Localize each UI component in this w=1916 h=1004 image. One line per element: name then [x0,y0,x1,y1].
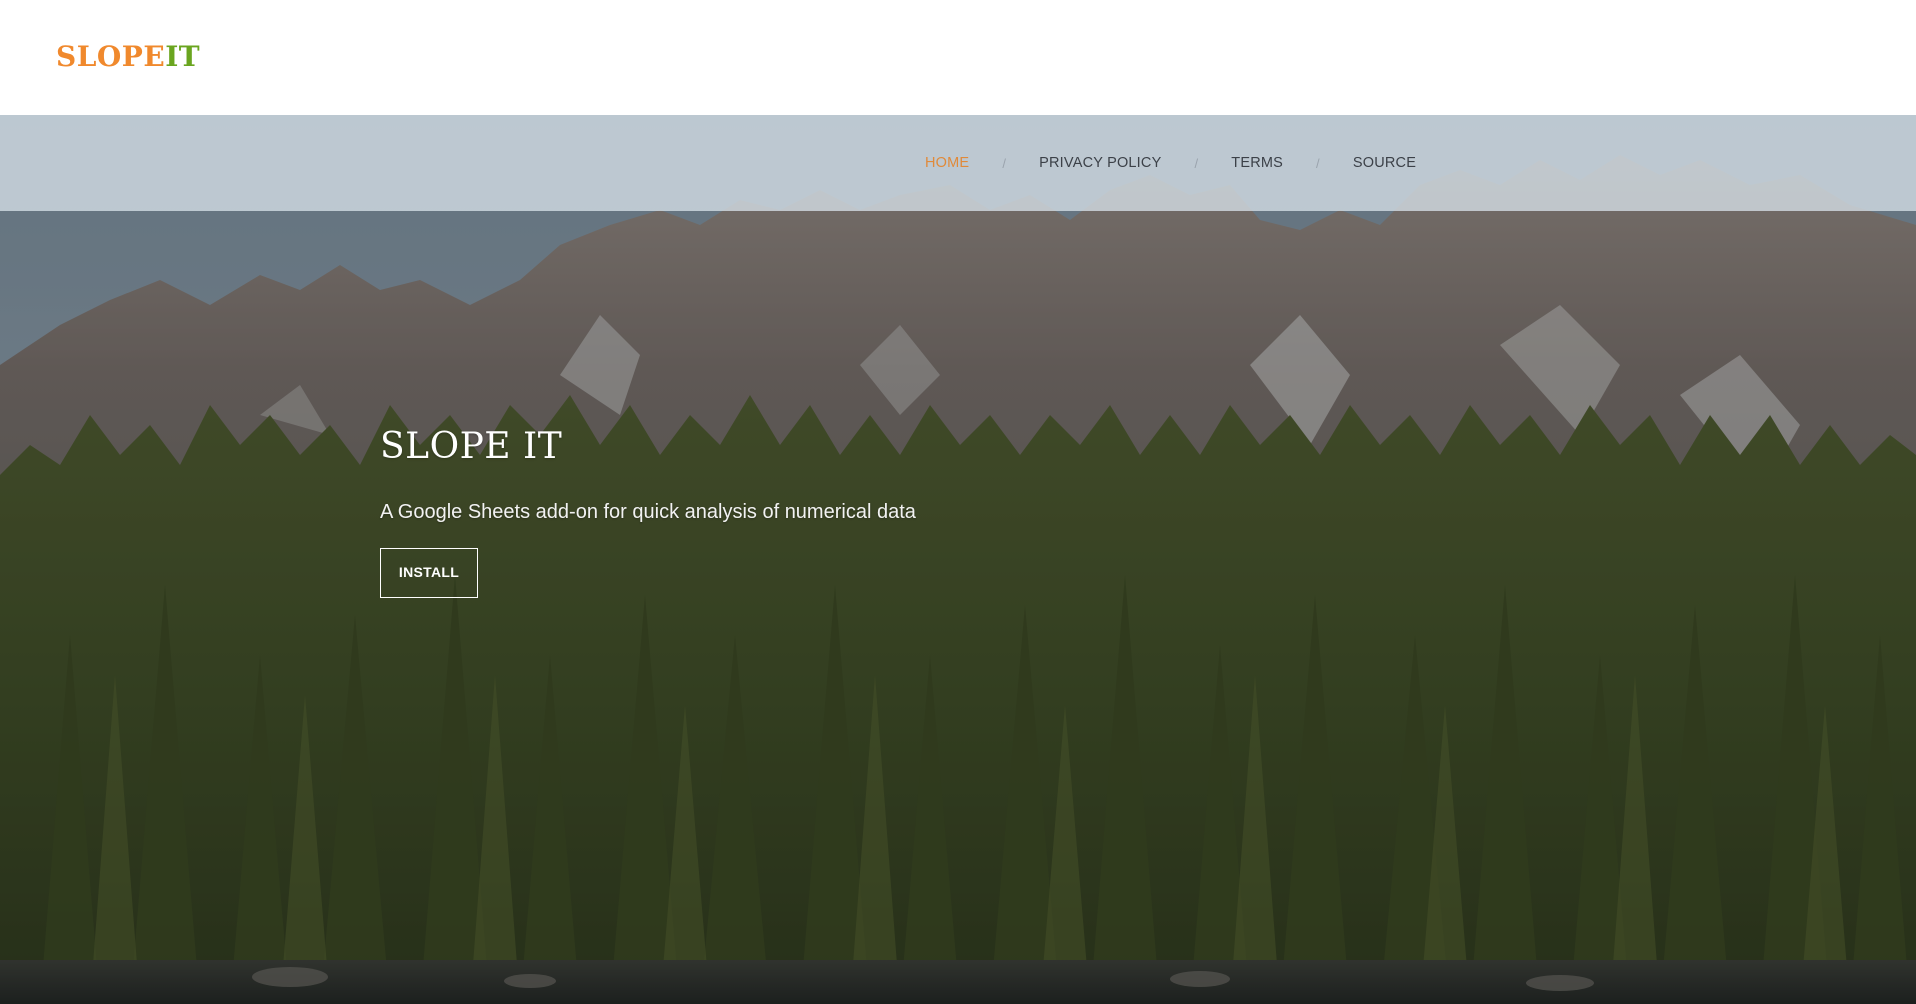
logo-text-it: IT [165,40,201,73]
site-header: SLOPEIT [0,0,1916,115]
hero-background-image [0,115,1916,1004]
hero-content: SLOPE IT A Google Sheets add-on for quic… [380,425,916,598]
hero-section: HOME / PRIVACY POLICY / TERMS / SOURCE [0,115,1916,1004]
nav-separator: / [1316,155,1320,171]
nav-link-terms[interactable]: TERMS [1231,155,1283,171]
nav-link-privacy-policy[interactable]: PRIVACY POLICY [1039,155,1161,171]
hero-subtitle: A Google Sheets add-on for quick analysi… [380,501,916,523]
main-navigation-bar: HOME / PRIVACY POLICY / TERMS / SOURCE [0,115,1916,211]
nav-link-home[interactable]: HOME [925,155,969,171]
site-logo[interactable]: SLOPEIT [56,40,200,74]
logo-text-slope: SLOPE [56,40,166,73]
main-nav: HOME / PRIVACY POLICY / TERMS / SOURCE [925,115,1416,211]
nav-link-source[interactable]: SOURCE [1353,155,1416,171]
hero-title: SLOPE IT [380,426,563,467]
nav-separator: / [1194,155,1199,171]
install-button[interactable]: INSTALL [380,548,478,598]
nav-separator: / [1002,155,1007,171]
